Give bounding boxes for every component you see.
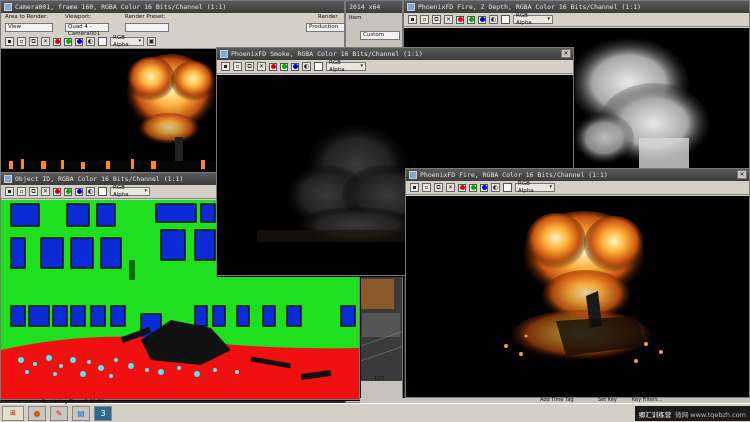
alpha-icon[interactable]: ◐ <box>86 37 95 46</box>
clone-icon[interactable]: ⧉ <box>245 62 254 71</box>
channel-dropdown[interactable]: RGB Alpha ▾ <box>515 181 555 194</box>
save-icon[interactable]: ▪ <box>408 15 417 24</box>
fire-window: PhoenixFD Fire, RGBA Color 16 Bits/Chann… <box>405 168 750 398</box>
swatch-icon[interactable] <box>314 62 323 71</box>
blue-channel-icon[interactable] <box>480 183 488 192</box>
clone-icon[interactable]: ⧉ <box>434 183 443 192</box>
system-tray: 郷汇训练营 微网 www.tqebzh.com <box>634 406 750 421</box>
render-frame-titlebar[interactable]: Camera001, frame 160, RGBA Color 16 Bits… <box>1 1 344 13</box>
custom-menu-dropdown[interactable]: Custom <box>360 31 400 40</box>
app-icon <box>4 3 12 11</box>
smoke-titlebar[interactable]: PhoenixFD Smoke, RGBA Color 16 Bits/Chan… <box>217 48 573 60</box>
window-title: Object ID, RGBA Color 16 Bits/Channel (1… <box>15 175 184 183</box>
copy-icon[interactable]: ▫ <box>233 62 242 71</box>
item-label: Item <box>349 15 362 21</box>
swatch-icon[interactable] <box>503 183 512 192</box>
save-icon[interactable]: ▪ <box>5 187 14 196</box>
copy-icon[interactable]: ▫ <box>17 187 26 196</box>
max-app-icon[interactable]: 3 <box>94 405 112 421</box>
red-channel-icon[interactable] <box>53 37 61 46</box>
area-to-render-dropdown[interactable]: View <box>5 23 53 32</box>
alpha-icon[interactable]: ◐ <box>302 62 311 71</box>
render-preset-dropdown[interactable] <box>125 23 169 32</box>
files-icon[interactable]: ▤ <box>72 405 90 421</box>
save-icon[interactable]: ▪ <box>5 37 14 46</box>
brand-text: 郷汇训练营 <box>638 410 672 419</box>
close-icon[interactable]: ✕ <box>561 49 571 58</box>
paint-icon[interactable]: ✎ <box>50 405 68 421</box>
app-icon <box>220 50 228 58</box>
blue-channel-icon[interactable] <box>478 15 486 24</box>
start-button[interactable]: ⊞ <box>2 405 24 421</box>
red-channel-icon[interactable] <box>53 187 61 196</box>
window-title: PhoenixFD Fire, RGBA Color 16 Bits/Chann… <box>420 171 608 179</box>
channel-dropdown[interactable]: RGB Alpha ▾ <box>110 185 150 198</box>
fire-toolbar: ▪ ▫ ⧉ ✕ ◐ RGB Alpha ▾ <box>406 181 749 195</box>
blue-channel-icon[interactable] <box>291 62 299 71</box>
zdepth-toolbar: ▪ ▫ ⧉ ✕ ◐ RGB Alpha ▾ <box>404 13 749 27</box>
fire-viewport <box>406 196 749 397</box>
window-title: Camera001, frame 160, RGBA Color 16 Bits… <box>15 3 227 11</box>
alpha-icon[interactable]: ◐ <box>491 183 500 192</box>
clone-icon[interactable]: ⧉ <box>29 37 38 46</box>
fire-image <box>504 211 663 363</box>
channel-dropdown[interactable]: RGB Alpha ▾ <box>110 35 144 48</box>
copy-icon[interactable]: ▫ <box>420 15 429 24</box>
display-icon[interactable]: ▣ <box>147 37 156 46</box>
alpha-icon[interactable]: ◐ <box>489 15 498 24</box>
render-label: Render <box>318 14 338 20</box>
clone-icon[interactable]: ⧉ <box>432 15 441 24</box>
watermark-text: 微网 www.tqebzh.com <box>675 410 746 419</box>
rendering-time-text: Rendering Time: 0:00:39 <box>42 399 104 405</box>
close-icon[interactable]: ✕ <box>444 15 453 24</box>
channel-dropdown[interactable]: RGB Alpha ▾ <box>513 13 553 26</box>
red-channel-icon[interactable] <box>456 15 464 24</box>
print-icon[interactable]: ✕ <box>41 37 50 46</box>
timeline-ruler-value: 120 <box>374 376 385 382</box>
swatch-icon[interactable] <box>98 37 107 46</box>
app-orb-icon[interactable]: ● <box>28 405 46 421</box>
render-mode-dropdown[interactable]: Production <box>306 23 344 32</box>
render-preset-label: Render Preset: <box>125 14 166 20</box>
swatch-icon[interactable] <box>98 187 107 196</box>
close-icon[interactable]: ✕ <box>737 170 747 179</box>
clone-icon[interactable]: ⧉ <box>29 187 38 196</box>
render-options-panel: Area to Render: View Viewport: Quad 4 - … <box>3 14 344 37</box>
viewport-dropdown[interactable]: Quad 4 - Camera001 <box>65 23 109 37</box>
green-channel-icon[interactable] <box>469 183 477 192</box>
max-titlebar: 2014 x64 <box>346 1 402 13</box>
green-channel-icon[interactable] <box>64 187 72 196</box>
max-version-label: 2014 x64 <box>349 3 381 11</box>
close-icon[interactable]: ✕ <box>257 62 266 71</box>
blue-channel-icon[interactable] <box>75 37 83 46</box>
blue-channel-icon[interactable] <box>75 187 83 196</box>
copy-icon[interactable]: ▫ <box>17 37 26 46</box>
close-icon[interactable]: ✕ <box>41 187 50 196</box>
app-icon <box>407 3 415 11</box>
save-icon[interactable]: ▪ <box>410 183 419 192</box>
red-channel-icon[interactable] <box>458 183 466 192</box>
fire-titlebar[interactable]: PhoenixFD Fire, RGBA Color 16 Bits/Chann… <box>406 169 749 181</box>
taskbar: ⊞ ● ✎ ▤ 3 Rendering Time: 0:00:39 郷汇训练营 … <box>0 399 750 422</box>
window-title: PhoenixFD Fire, Z Depth, RGBA Color 16 B… <box>418 3 642 11</box>
window-title: PhoenixFD Smoke, RGBA Color 16 Bits/Chan… <box>231 50 423 58</box>
copy-icon[interactable]: ▫ <box>422 183 431 192</box>
zdepth-titlebar[interactable]: PhoenixFD Fire, Z Depth, RGBA Color 16 B… <box>404 1 749 13</box>
close-icon[interactable]: ✕ <box>446 183 455 192</box>
green-channel-icon[interactable] <box>64 37 72 46</box>
app-icon <box>4 175 12 183</box>
save-icon[interactable]: ▪ <box>221 62 230 71</box>
green-channel-icon[interactable] <box>280 62 288 71</box>
app-icon <box>409 171 417 179</box>
smoke-toolbar: ▪ ▫ ⧉ ✕ ◐ RGB Alpha ▾ <box>217 60 573 74</box>
swatch-icon[interactable] <box>501 15 510 24</box>
red-channel-icon[interactable] <box>269 62 277 71</box>
viewport-label: Viewport: <box>65 14 92 20</box>
channel-dropdown[interactable]: RGB Alpha ▾ <box>326 60 366 73</box>
area-to-render-label: Area to Render: <box>5 14 49 20</box>
alpha-icon[interactable]: ◐ <box>86 187 95 196</box>
green-channel-icon[interactable] <box>467 15 475 24</box>
